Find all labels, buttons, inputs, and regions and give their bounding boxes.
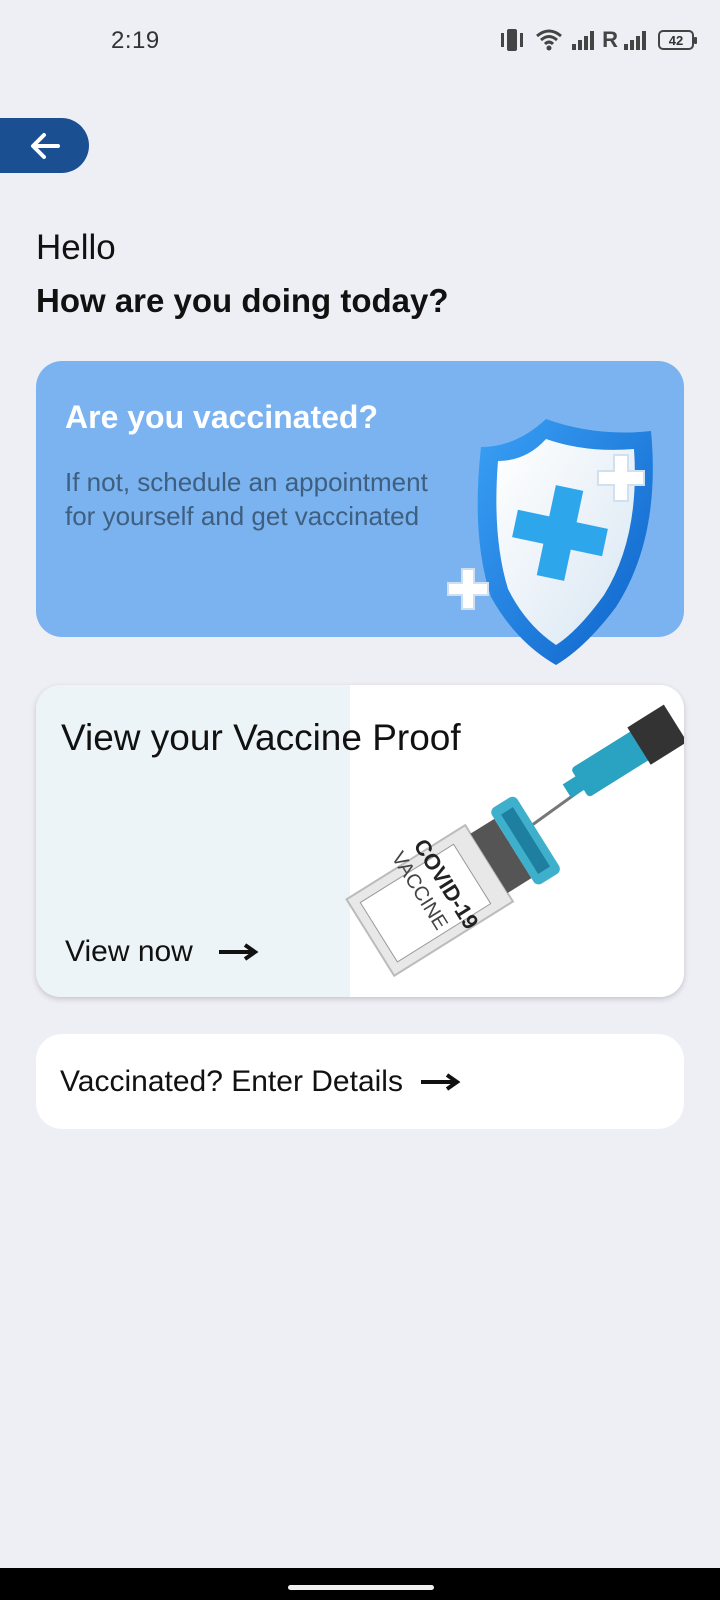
shield-plus-icon <box>447 419 653 665</box>
greeting-question: How are you doing today? <box>36 282 449 319</box>
vaccination-card-description: If not, schedule an appointment for your… <box>65 467 428 531</box>
battery-icon: 42 <box>658 30 697 50</box>
status-time: 2:19 <box>111 27 160 54</box>
roaming-indicator: R <box>602 27 618 52</box>
view-now-label: View now <box>65 935 193 968</box>
view-now-link[interactable]: View now <box>65 935 259 969</box>
vaccination-card-title: Are you vaccinated? <box>65 399 378 435</box>
vibrate-icon <box>501 29 524 51</box>
status-icons: R 42 <box>498 26 697 54</box>
arrow-right-icon <box>218 943 259 961</box>
arrow-left-icon <box>30 132 60 159</box>
navigation-bar <box>0 1568 720 1600</box>
signal-icon <box>624 31 646 50</box>
arrow-right-icon <box>420 1072 461 1091</box>
vaccination-card[interactable]: Are you vaccinated? If not, schedule an … <box>36 361 684 665</box>
wifi-icon <box>536 29 563 51</box>
enter-details-label: Vaccinated? Enter Details <box>60 1064 403 1098</box>
signal-icon <box>572 31 595 50</box>
battery-level: 42 <box>668 32 684 48</box>
back-button[interactable] <box>0 118 89 173</box>
greeting-hello: Hello <box>36 228 116 267</box>
status-bar: 2:19 R 42 <box>0 0 720 80</box>
enter-details-button[interactable]: Vaccinated? Enter Details <box>36 1034 684 1129</box>
vaccine-proof-card[interactable]: COVID-19 VACCINE View your Vaccine Proof… <box>36 685 684 997</box>
vaccine-proof-title: View your Vaccine Proof <box>61 717 461 758</box>
home-indicator[interactable] <box>288 1585 434 1590</box>
